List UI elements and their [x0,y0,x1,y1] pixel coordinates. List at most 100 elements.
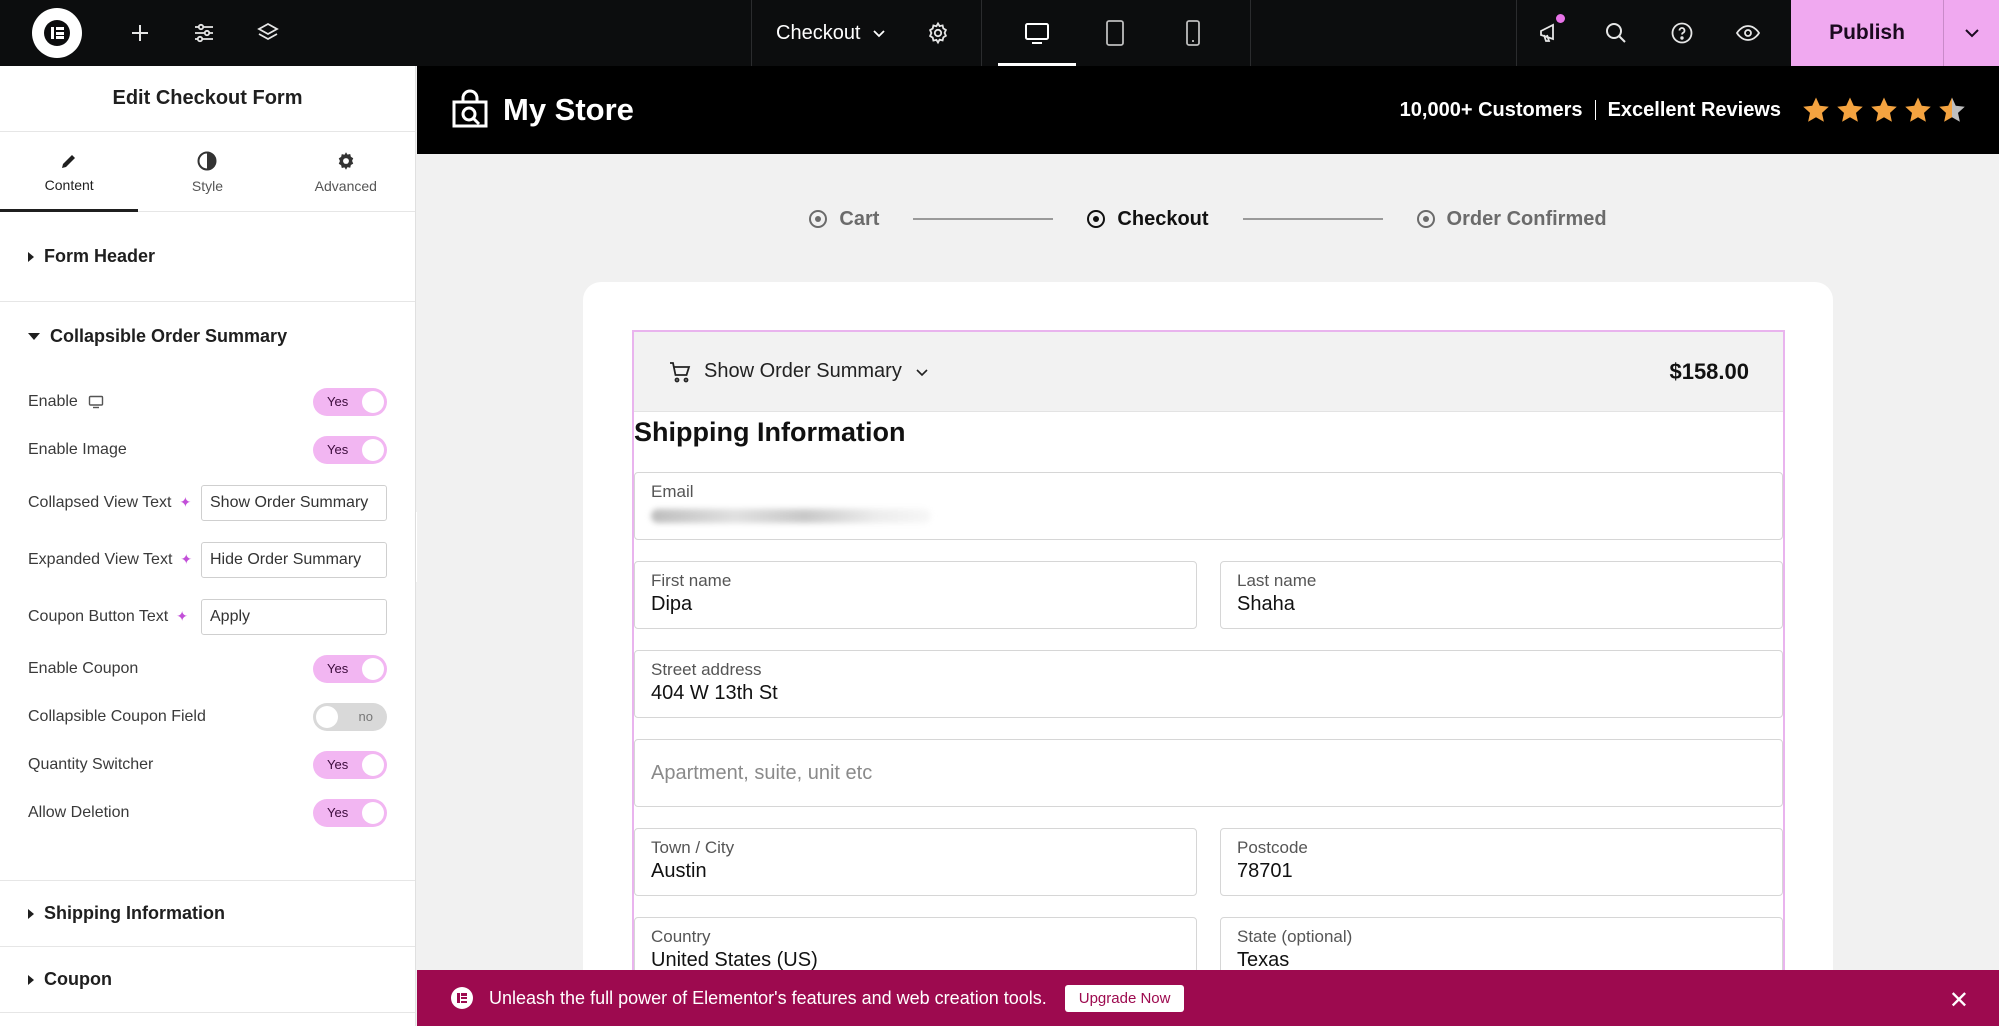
step-label: Cart [839,207,880,230]
control-label: Expanded View Text [28,550,173,568]
checkout-form-widget[interactable]: Show Order Summary $158.00 Shipping Info… [632,330,1785,1026]
search-icon[interactable] [1583,0,1649,66]
field-label: Country [651,927,711,946]
upgrade-now-button[interactable]: Upgrade Now [1064,984,1185,1012]
tab-advanced-label: Advanced [314,177,377,194]
tab-advanced[interactable]: Advanced [277,132,415,211]
field-label: Email [651,482,694,501]
publish-button[interactable]: Publish [1791,0,1943,66]
control-enable-coupon: Enable Coupon Yes [0,645,415,693]
elementor-logo-icon [451,987,473,1009]
publish-options-button[interactable] [1943,0,1999,66]
panel-title: Edit Checkout Form [0,66,415,132]
field-placeholder: Apartment, suite, unit etc [651,762,873,784]
quantity-switcher-toggle[interactable]: Yes [313,751,387,779]
ai-sparkle-icon[interactable]: ✦ [180,494,192,511]
tab-content[interactable]: Content [0,132,139,212]
page-selector[interactable]: Checkout [752,0,913,66]
section-shipping-information[interactable]: Shipping Information [0,881,415,947]
redacted-email-value [651,509,931,523]
order-total: $158.00 [1669,358,1749,384]
expanded-view-text-input[interactable]: Hide Order Summary [201,541,387,578]
coupon-button-text-input[interactable]: Apply [201,598,387,635]
page-settings-gear-icon[interactable] [913,0,963,66]
tab-content-label: Content [44,176,94,193]
radio-dot-icon [1416,210,1435,228]
notifications-megaphone-icon[interactable] [1517,0,1583,66]
field-label: Town / City [651,838,735,857]
collapsible-coupon-field-toggle[interactable]: no [313,703,387,731]
caret-down-icon [28,332,40,340]
step-connector [1242,218,1383,220]
enable-toggle[interactable]: Yes [313,388,387,416]
section-coupon[interactable]: Coupon [0,947,415,1013]
caret-right-icon [28,251,34,262]
postcode-field[interactable]: Postcode 78701 [1220,828,1783,896]
enable-image-toggle[interactable]: Yes [313,436,387,464]
radio-dot-icon [1087,210,1106,228]
step-label: Checkout [1117,207,1209,230]
control-label: Enable Image [28,441,127,458]
add-element-icon[interactable] [108,0,172,66]
section-collapsible-order-summary[interactable]: Collapsible Order Summary [0,302,415,370]
ai-sparkle-icon[interactable]: ✦ [176,608,188,625]
checkout-steps: Cart Checkout Order Confirmed [417,154,1999,284]
step-cart[interactable]: Cart [809,208,879,231]
control-quantity-switcher: Quantity Switcher Yes [0,741,415,789]
desktop-responsive-icon[interactable] [88,395,104,409]
last-name-field[interactable]: Last name Shaha [1220,561,1783,629]
control-collapsible-coupon-field: Collapsible Coupon Field no [0,693,415,741]
city-field[interactable]: Town / City Austin [634,828,1197,896]
street-address-field[interactable]: Street address 404 W 13th St [634,650,1783,718]
editor-panel: Edit Checkout Form Content Style Advance… [0,66,416,1026]
section-label: Coupon [44,969,112,989]
pencil-icon [62,154,76,168]
section-label: Form Header [44,246,156,266]
step-label: Order Confirmed [1446,207,1607,230]
order-summary-controls: Enable Yes Enable Image Yes Collapsed Vi… [0,378,415,837]
gear-icon [338,151,354,170]
preview-eye-icon[interactable] [1715,0,1781,66]
tab-style-label: Style [191,177,224,194]
email-field[interactable]: Email [634,472,1783,540]
section-form-header[interactable]: Form Header [0,212,415,302]
step-checkout[interactable]: Checkout [1087,207,1209,231]
cart-icon [670,361,691,382]
section-label: Collapsible Order Summary [50,325,288,346]
half-star-icon [1939,97,1965,122]
section-label: Shipping Information [44,903,225,923]
ai-sparkle-icon[interactable]: ✦ [180,551,192,568]
editor-topbar: Checkout Publish [0,0,1999,66]
star-icon [1871,97,1897,122]
site-settings-icon[interactable] [172,0,236,66]
first-name-field[interactable]: First name Dipa [634,561,1197,629]
customers-count: 10,000+ Customers [1399,98,1583,121]
control-coupon-button-text: Coupon Button Text ✦ Apply [0,588,415,645]
promo-text: Unleash the full power of Elementor's fe… [489,987,1047,1008]
allow-deletion-toggle[interactable]: Yes [313,799,387,827]
desktop-view-icon[interactable] [997,0,1076,66]
control-enable: Enable Yes [0,378,415,426]
control-label: Quantity Switcher [28,756,154,773]
close-icon[interactable]: ✕ [1949,986,1969,1015]
control-expanded-view-text: Expanded View Text ✦ Hide Order Summary [0,531,415,588]
help-icon[interactable] [1649,0,1715,66]
tablet-view-icon[interactable] [1076,0,1154,66]
step-connector [913,218,1054,220]
preview-canvas: My Store 10,000+ Customers Excellent Rev… [417,66,1999,1026]
tab-style[interactable]: Style [138,132,276,211]
elementor-logo-icon[interactable] [32,8,82,58]
enable-coupon-toggle[interactable]: Yes [313,655,387,683]
collapsed-view-text-input[interactable]: Show Order Summary [201,484,387,521]
page-name: Checkout [776,21,861,44]
apartment-field[interactable]: Apartment, suite, unit etc [634,739,1783,807]
reviews-label: Excellent Reviews [1607,98,1781,121]
shopping-bag-search-icon [452,89,488,128]
order-summary-toggle[interactable]: Show Order Summary $158.00 [634,332,1783,412]
structure-layers-icon[interactable] [236,0,300,66]
field-value: Texas [1237,949,1290,971]
step-order-confirmed[interactable]: Order Confirmed [1416,207,1607,231]
control-label: Collapsible Coupon Field [28,708,206,725]
mobile-view-icon[interactable] [1154,0,1232,66]
store-brand-name: My Store [503,92,634,127]
